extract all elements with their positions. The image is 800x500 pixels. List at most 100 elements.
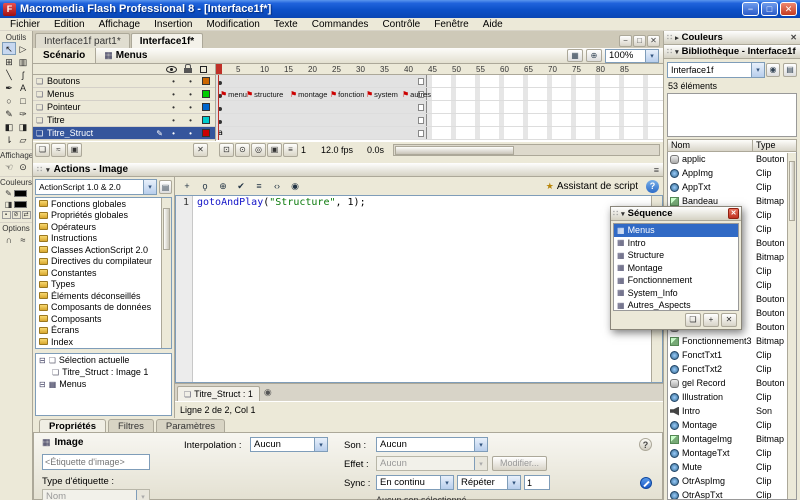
lasso-tool-icon[interactable]: ʃ	[16, 68, 30, 81]
script-tab[interactable]: ❏ Titre_Struct : 1	[177, 386, 260, 401]
add-statement-button[interactable]: +	[179, 179, 195, 193]
library-item-name[interactable]: AppImg	[682, 168, 753, 178]
library-item-name[interactable]: MontageTxt	[682, 448, 753, 458]
script-nav-scene-row[interactable]: ⊟ ▦ Menus	[36, 378, 171, 390]
insert-layer-folder-button[interactable]: ▣	[67, 143, 82, 157]
menu-item[interactable]: Fenêtre	[427, 19, 475, 30]
scene-name[interactable]: Fonctionnement	[628, 275, 693, 285]
layer-visibility-dot[interactable]: •	[172, 103, 175, 112]
collapse-arrow-icon[interactable]: ▾	[675, 48, 679, 56]
expander-icon[interactable]: ⊟	[39, 356, 46, 365]
script-nav-root-row[interactable]: ⊟ ❏ Sélection actuelle	[36, 354, 171, 366]
add-motion-guide-button[interactable]: ≈	[51, 143, 66, 157]
library-item-name[interactable]: Intro	[682, 406, 753, 416]
layer-name[interactable]: Boutons	[47, 76, 165, 86]
scene-name[interactable]: Autres_Aspects	[628, 300, 691, 310]
actions-panel-header[interactable]: ∷ ▾ Actions - Image ≡	[33, 163, 663, 177]
toolbox-category[interactable]: Instructions	[36, 233, 171, 245]
scrollbar-thumb[interactable]	[163, 208, 170, 250]
toolbox-category[interactable]: Index	[36, 336, 171, 348]
menu-item[interactable]: Modification	[199, 19, 266, 30]
toolbox-category[interactable]: Écrans	[36, 325, 171, 337]
edit-symbols-button[interactable]: ⊕	[586, 49, 602, 62]
library-item-name[interactable]: Montage	[682, 420, 753, 430]
collapse-arrow-icon[interactable]: ▾	[46, 166, 50, 174]
sound-select[interactable]: Aucun ▾	[376, 437, 488, 452]
library-item-row[interactable]: OtrAspImg Clip	[668, 474, 796, 488]
layer-lock-dot[interactable]: •	[189, 77, 192, 86]
colors-panel-header[interactable]: ∷ ▸ Couleurs ✕	[664, 31, 800, 45]
pin-library-icon[interactable]: ◉	[766, 63, 780, 77]
library-item-row[interactable]: FonctTxt1 Clip	[668, 348, 796, 362]
scene-name[interactable]: Montage	[628, 263, 663, 273]
child-restore-button[interactable]: □	[633, 35, 646, 47]
layer-outline-color-swatch[interactable]	[202, 129, 210, 137]
gradient-transform-tool-icon[interactable]: ▥	[16, 55, 30, 68]
hand-tool-icon[interactable]: ☜	[2, 160, 16, 173]
minimize-button[interactable]: −	[742, 2, 759, 16]
library-item-row[interactable]: Intro Son	[668, 404, 796, 418]
expander-icon[interactable]: ⊟	[39, 380, 46, 389]
frame-span[interactable]	[216, 114, 427, 126]
toolbox-category[interactable]: Types	[36, 279, 171, 291]
frame-span[interactable]	[216, 127, 427, 139]
edit-multiple-frames-button[interactable]: ▣	[267, 143, 282, 157]
delete-layer-button[interactable]: ✕	[193, 143, 208, 157]
script-editor[interactable]: 1 gotoAndPlay("Structure", 1);	[175, 195, 663, 383]
duplicate-scene-button[interactable]: ❏	[685, 313, 701, 327]
scrollbar-thumb[interactable]	[789, 161, 795, 221]
sync-select[interactable]: En continu ▾	[376, 475, 454, 490]
menu-item[interactable]: Commandes	[305, 19, 376, 30]
timeline-frame-row[interactable]	[216, 101, 663, 114]
library-item-name[interactable]: gel Record	[682, 378, 753, 388]
menu-item[interactable]: Contrôle	[375, 19, 427, 30]
toolbox-category[interactable]: Composants de données	[36, 302, 171, 314]
toolbox-category[interactable]: Classes ActionScript 2.0	[36, 244, 171, 256]
timeline-scrollbar[interactable]	[393, 144, 660, 156]
frame-span[interactable]	[216, 75, 427, 87]
scene-row[interactable]: ▦ Montage	[614, 262, 738, 275]
layer-lock-dot[interactable]: •	[189, 90, 192, 99]
insert-layer-button[interactable]: ❏	[35, 143, 50, 157]
tab-filtres[interactable]: Filtres	[108, 419, 154, 433]
script-nav-item[interactable]: Titre_Struct : Image 1	[62, 367, 148, 377]
help-icon[interactable]: ?	[639, 438, 652, 451]
expand-arrow-icon[interactable]: ▸	[675, 34, 679, 42]
code-line[interactable]: gotoAndPlay("Structure", 1);	[197, 197, 366, 208]
onion-skin-button[interactable]: ⊙	[235, 143, 250, 157]
expand-properties-icon[interactable]	[640, 477, 652, 489]
menu-item[interactable]: Edition	[47, 19, 92, 30]
library-item-row[interactable]: FonctTxt2 Clip	[668, 362, 796, 376]
layer-outline-color-swatch[interactable]	[202, 103, 210, 111]
toolbox-category[interactable]: Directives du compilateur	[36, 256, 171, 268]
playhead[interactable]	[216, 64, 222, 74]
snap-to-objects-button[interactable]: ∩	[2, 233, 16, 246]
oval-tool-icon[interactable]: ○	[2, 94, 16, 107]
toolbox-menu-icon[interactable]: ▤	[159, 180, 172, 194]
layer-outline-color-swatch[interactable]	[202, 77, 210, 85]
toolbox-scrollbar[interactable]	[161, 198, 171, 348]
library-item-row[interactable]: OtrAspTxt Clip	[668, 488, 796, 500]
timeline-layer-row[interactable]: ❏ Pointeur ✎ • •	[33, 101, 215, 114]
timeline-frame-row[interactable]	[216, 88, 663, 101]
timeline-frames[interactable]: 1510152025303540455055606570758085	[216, 64, 663, 141]
menu-item[interactable]: Aide	[476, 19, 510, 30]
insert-target-path-button[interactable]: ⊕	[215, 179, 231, 193]
scene-row[interactable]: ▦ Autres_Aspects	[614, 299, 738, 311]
toolbox-category[interactable]: Éléments déconseillés	[36, 290, 171, 302]
library-item-name[interactable]: OtrAspTxt	[682, 490, 753, 500]
rectangle-tool-icon[interactable]: □	[16, 94, 30, 107]
library-item-row[interactable]: Montage Clip	[668, 418, 796, 432]
actionscript-version-select[interactable]: ActionScript 1.0 & 2.0 ▾	[35, 179, 157, 195]
library-item-name[interactable]: OtrAspImg	[682, 476, 753, 486]
scene-name[interactable]: System_Info	[628, 288, 678, 298]
timeline-layer-row[interactable]: ❏ Titre ✎ • •	[33, 114, 215, 127]
close-icon[interactable]: ✕	[728, 208, 739, 219]
eraser-tool-icon[interactable]: ▱	[16, 133, 30, 146]
library-panel-header[interactable]: ∷ ▾ Bibliothèque - Interface1f	[664, 45, 800, 59]
modify-onion-markers-button[interactable]: ≡	[283, 143, 298, 157]
actions-toolbox-tree[interactable]: Fonctions globales Propriétés globales O…	[35, 197, 172, 349]
new-library-window-icon[interactable]: ▤	[783, 63, 797, 77]
eyedropper-tool-icon[interactable]: ⇂	[2, 133, 16, 146]
repeat-count-input[interactable]	[524, 475, 550, 490]
